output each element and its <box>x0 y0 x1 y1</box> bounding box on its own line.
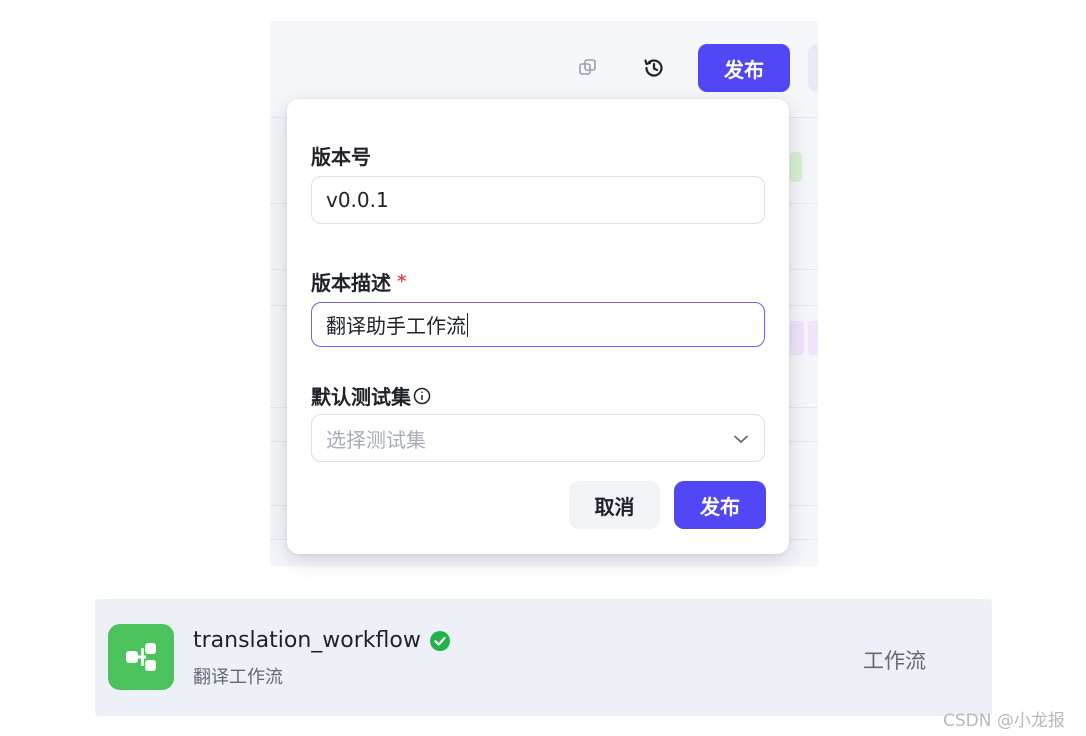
version-input[interactable]: v0.0.1 <box>311 176 765 224</box>
workflow-description: 翻译工作流 <box>193 667 283 688</box>
test-set-label-text: 默认测试集 <box>311 385 411 409</box>
tag-chip <box>808 321 818 355</box>
page-root: 发布 版本号 v0.0.1 版本描述 * 翻译助手工作流 默认测试集 选择测试集… <box>0 0 1086 736</box>
required-mark: * <box>397 271 407 292</box>
copy-icon[interactable] <box>572 52 604 84</box>
workflow-icon <box>108 624 174 690</box>
test-set-label: 默认测试集 <box>311 381 431 410</box>
workflow-name[interactable]: translation_workflow <box>193 628 451 653</box>
workflow-card[interactable]: translation_workflow 翻译工作流 工作流 <box>95 599 992 716</box>
info-icon[interactable] <box>413 387 431 405</box>
version-value: v0.0.1 <box>326 188 389 212</box>
description-value: 翻译助手工作流 <box>326 314 466 338</box>
version-label-text: 版本号 <box>311 145 371 169</box>
cancel-button[interactable]: 取消 <box>569 481 660 529</box>
chevron-down-icon <box>732 429 750 447</box>
watermark: CSDN @小龙报 <box>943 711 1065 731</box>
test-set-select[interactable]: 选择测试集 <box>311 414 765 462</box>
publish-button[interactable]: 发布 <box>698 44 790 92</box>
workflow-name-text: translation_workflow <box>193 628 421 653</box>
description-input[interactable]: 翻译助手工作流 <box>311 302 765 347</box>
workflow-type: 工作流 <box>863 649 926 673</box>
check-circle-icon <box>429 630 451 652</box>
test-set-placeholder: 选择测试集 <box>326 427 426 452</box>
history-icon[interactable] <box>638 52 670 84</box>
description-label: 版本描述 * <box>311 267 406 296</box>
status-chip <box>790 152 802 182</box>
tag-chip <box>790 321 804 355</box>
publish-dialog: 版本号 v0.0.1 版本描述 * 翻译助手工作流 默认测试集 选择测试集 取消… <box>287 99 789 554</box>
text-caret <box>467 312 468 337</box>
confirm-publish-button[interactable]: 发布 <box>674 481 766 529</box>
more-button[interactable] <box>808 44 818 92</box>
description-label-text: 版本描述 <box>311 271 391 295</box>
version-label: 版本号 <box>311 141 371 170</box>
